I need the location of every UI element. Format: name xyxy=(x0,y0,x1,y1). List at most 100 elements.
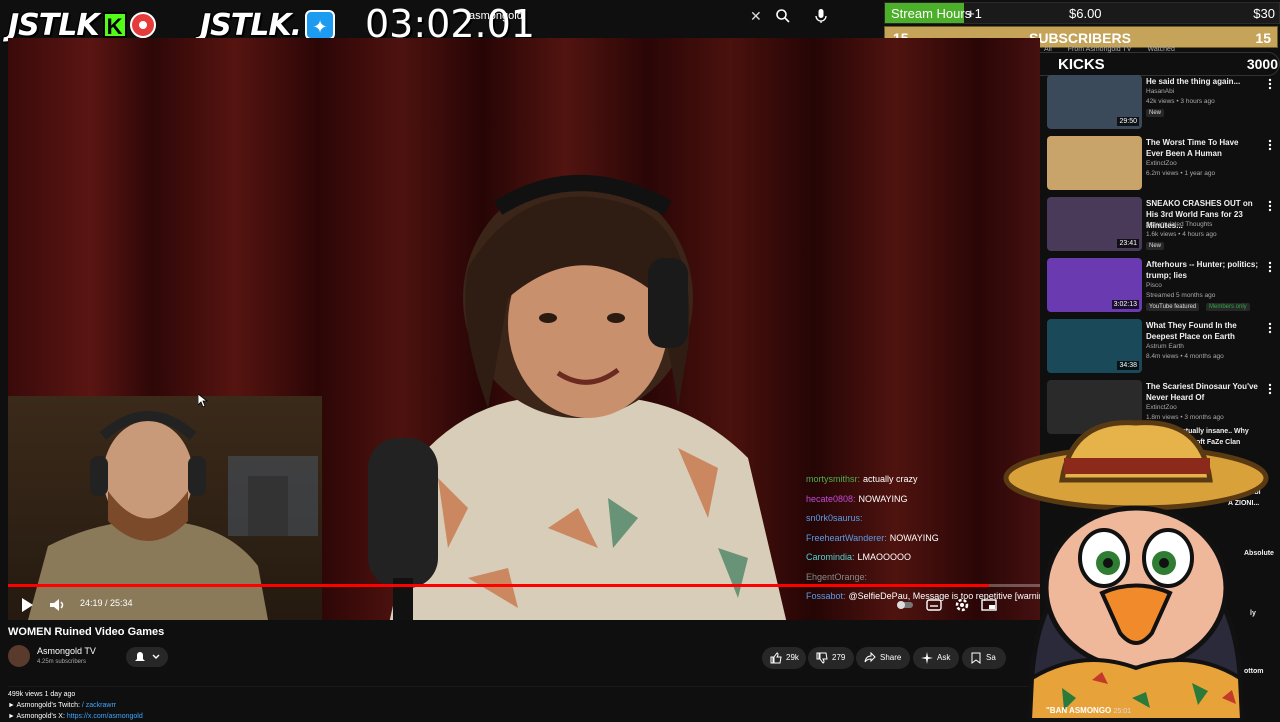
dislike-button[interactable]: 279 xyxy=(808,647,854,669)
recommended-title[interactable]: He said the thing again... xyxy=(1146,76,1258,87)
recommended-channel[interactable]: HasanAbi xyxy=(1146,88,1174,95)
chat-username[interactable]: hecate0808: xyxy=(806,494,856,504)
microphone-icon[interactable] xyxy=(813,8,829,24)
thumbs-up-icon xyxy=(770,652,782,664)
chat-username[interactable]: EhgentOrange: xyxy=(806,572,867,582)
like-count: 29k xyxy=(786,653,799,662)
more-options-icon[interactable] xyxy=(1268,78,1272,90)
share-label: Share xyxy=(880,653,902,662)
duration-badge: 34:38 xyxy=(1117,361,1139,370)
chat-username[interactable]: mortysmithsr: xyxy=(806,474,860,484)
video-player[interactable]: mortysmithsr: actually crazy hecate0808: NO… xyxy=(8,38,1040,620)
recommended-title[interactable]: The Worst Time To Have Ever Been A Human xyxy=(1146,137,1258,159)
desc-x-line: ► Asmongold's X: https://x.com/asmongold xyxy=(8,711,1038,722)
recommended-video[interactable]: 23:41 SNEAKO CRASHES OUT on His 3rd World… xyxy=(1044,194,1280,255)
share-icon xyxy=(864,652,876,663)
chat-text: actually crazy xyxy=(863,474,918,484)
filter-chip[interactable]: Watched xyxy=(1147,46,1174,53)
recommended-meta: Streamed 5 months ago xyxy=(1146,292,1216,299)
player-time: 24:19 / 25:34 xyxy=(80,598,133,608)
player-controls: 24:19 / 25:34 xyxy=(8,590,1040,620)
stream-hours-goal: Stream Hours +1 $6.00 $30 xyxy=(884,2,1280,24)
duration-badge: 3:02:13 xyxy=(1111,300,1139,309)
ask-button[interactable]: Ask xyxy=(913,647,959,669)
recommended-channel[interactable]: Astrum Earth xyxy=(1146,343,1184,350)
penguin-mascot-overlay xyxy=(1003,420,1269,720)
more-options-icon[interactable] xyxy=(1268,261,1272,273)
chat-username[interactable]: Caromindia: xyxy=(806,552,855,562)
kick-logo: JSTLK K xyxy=(8,8,156,43)
recommended-title[interactable]: Afterhours -- Hunter; politics; trump; l… xyxy=(1146,259,1258,281)
chat-username[interactable]: FreeheartWanderer: xyxy=(806,533,887,543)
kicks-target: 3000 xyxy=(1246,56,1278,72)
new-badge: New xyxy=(1146,242,1165,250)
stream-hours-amount: $6.00 xyxy=(1069,6,1102,21)
duration-badge: 23:41 xyxy=(1117,239,1139,248)
guest-video-figure xyxy=(368,175,787,620)
recommended-title[interactable]: What They Found In the Deepest Place on … xyxy=(1146,320,1258,342)
search-icon[interactable] xyxy=(775,8,791,24)
duration-badge: 29:50 xyxy=(1117,117,1139,126)
ban-time: 25:01 xyxy=(1113,708,1132,715)
chat-username[interactable]: sn0rk0saurus: xyxy=(806,513,863,523)
recommended-video[interactable]: 3:02:13 Afterhours -- Hunter; politics; t… xyxy=(1044,255,1280,316)
share-button[interactable]: Share xyxy=(856,647,910,669)
recommended-meta: 6.2m views • 1 year ago xyxy=(1146,170,1216,177)
bell-icon xyxy=(135,652,160,661)
volume-icon[interactable] xyxy=(48,596,66,614)
video-thumbnail[interactable]: 3:02:13 xyxy=(1047,258,1142,312)
video-thumbnail[interactable]: 23:41 xyxy=(1047,197,1142,251)
more-options-icon[interactable] xyxy=(1268,139,1272,151)
like-button[interactable]: 29k xyxy=(762,647,806,669)
video-thumbnail[interactable]: 29:50 xyxy=(1047,75,1142,129)
video-thumbnail[interactable]: 34:38 xyxy=(1047,319,1142,373)
desc-x-label: ► Asmongold's X: xyxy=(8,713,67,720)
captions-icon[interactable] xyxy=(925,596,943,614)
ban-label: "BAN ASMONGO 25:01 xyxy=(1046,706,1131,715)
filter-chip[interactable]: From Asmongold TV xyxy=(1068,46,1132,53)
autoplay-toggle-icon[interactable] xyxy=(896,596,914,614)
x-link[interactable]: https://x.com/asmongold xyxy=(67,713,143,720)
sidebar-chips: All From Asmongold TV Watched xyxy=(1044,46,1191,53)
clear-search-icon[interactable]: ✕ xyxy=(750,8,762,25)
more-options-icon[interactable] xyxy=(1268,383,1272,395)
record-icon xyxy=(129,12,156,38)
settings-gear-icon[interactable] xyxy=(953,596,971,614)
recommended-channel[interactable]: Accumulated Thoughts xyxy=(1146,221,1212,228)
recommended-video[interactable]: 34:38 What They Found In the Deepest Plac… xyxy=(1044,316,1280,377)
kick-badge-icon: K xyxy=(102,12,127,39)
channel-avatar[interactable] xyxy=(8,645,30,667)
recommended-channel[interactable]: Pisco xyxy=(1146,282,1162,289)
dislike-count: 279 xyxy=(832,653,846,662)
recommended-meta: 1.6k views • 4 hours ago xyxy=(1146,231,1217,238)
recommended-video[interactable]: 29:50 He said the thing again... HasanAbi 4… xyxy=(1044,72,1280,133)
ban-label-text: "BAN ASMONGO xyxy=(1046,706,1112,715)
subscriber-count: 4.25m subscribers xyxy=(37,659,87,665)
recommended-channel[interactable]: ExtinctZoo xyxy=(1146,404,1177,411)
bookmark-icon xyxy=(971,652,981,664)
channel-row: Asmongold TV 4.25m subscribers 29k 279 S… xyxy=(8,645,1038,671)
twitch-link[interactable]: / zackrawrr xyxy=(82,702,116,709)
kicks-label: KICKS xyxy=(1058,56,1105,73)
subs-label: SUBSCRIBERS xyxy=(1029,30,1131,46)
new-badge: YouTube featured xyxy=(1146,303,1200,311)
notification-bell-button[interactable] xyxy=(126,647,168,667)
more-options-icon[interactable] xyxy=(1268,322,1272,334)
desc-twitch-line: ► Asmongold's Twitch: / zackrawrr xyxy=(8,700,1038,711)
subs-count-right: 15 xyxy=(1255,30,1271,46)
video-description[interactable]: 499k views 1 day ago ► Asmongold's Twitc… xyxy=(8,686,1038,720)
video-title: WOMEN Ruined Video Games xyxy=(8,626,165,638)
recommended-meta: 42k views • 3 hours ago xyxy=(1146,98,1215,105)
stream-hours-plus: +1 xyxy=(967,6,982,21)
recommended-channel[interactable]: ExtinctZoo xyxy=(1146,160,1177,167)
search-input[interactable]: asmongold xyxy=(463,4,769,28)
more-options-icon[interactable] xyxy=(1268,200,1272,212)
recommended-title[interactable]: The Scariest Dinosaur You've Never Heard… xyxy=(1146,381,1258,403)
play-icon[interactable] xyxy=(18,596,36,614)
mouse-cursor-icon xyxy=(198,394,208,408)
channel-name[interactable]: Asmongold TV xyxy=(37,646,96,656)
recommended-video[interactable]: The Worst Time To Have Ever Been A Human… xyxy=(1044,133,1280,194)
progress-bar[interactable] xyxy=(8,584,1040,587)
filter-chip[interactable]: All xyxy=(1044,46,1052,53)
video-thumbnail[interactable] xyxy=(1047,136,1142,190)
